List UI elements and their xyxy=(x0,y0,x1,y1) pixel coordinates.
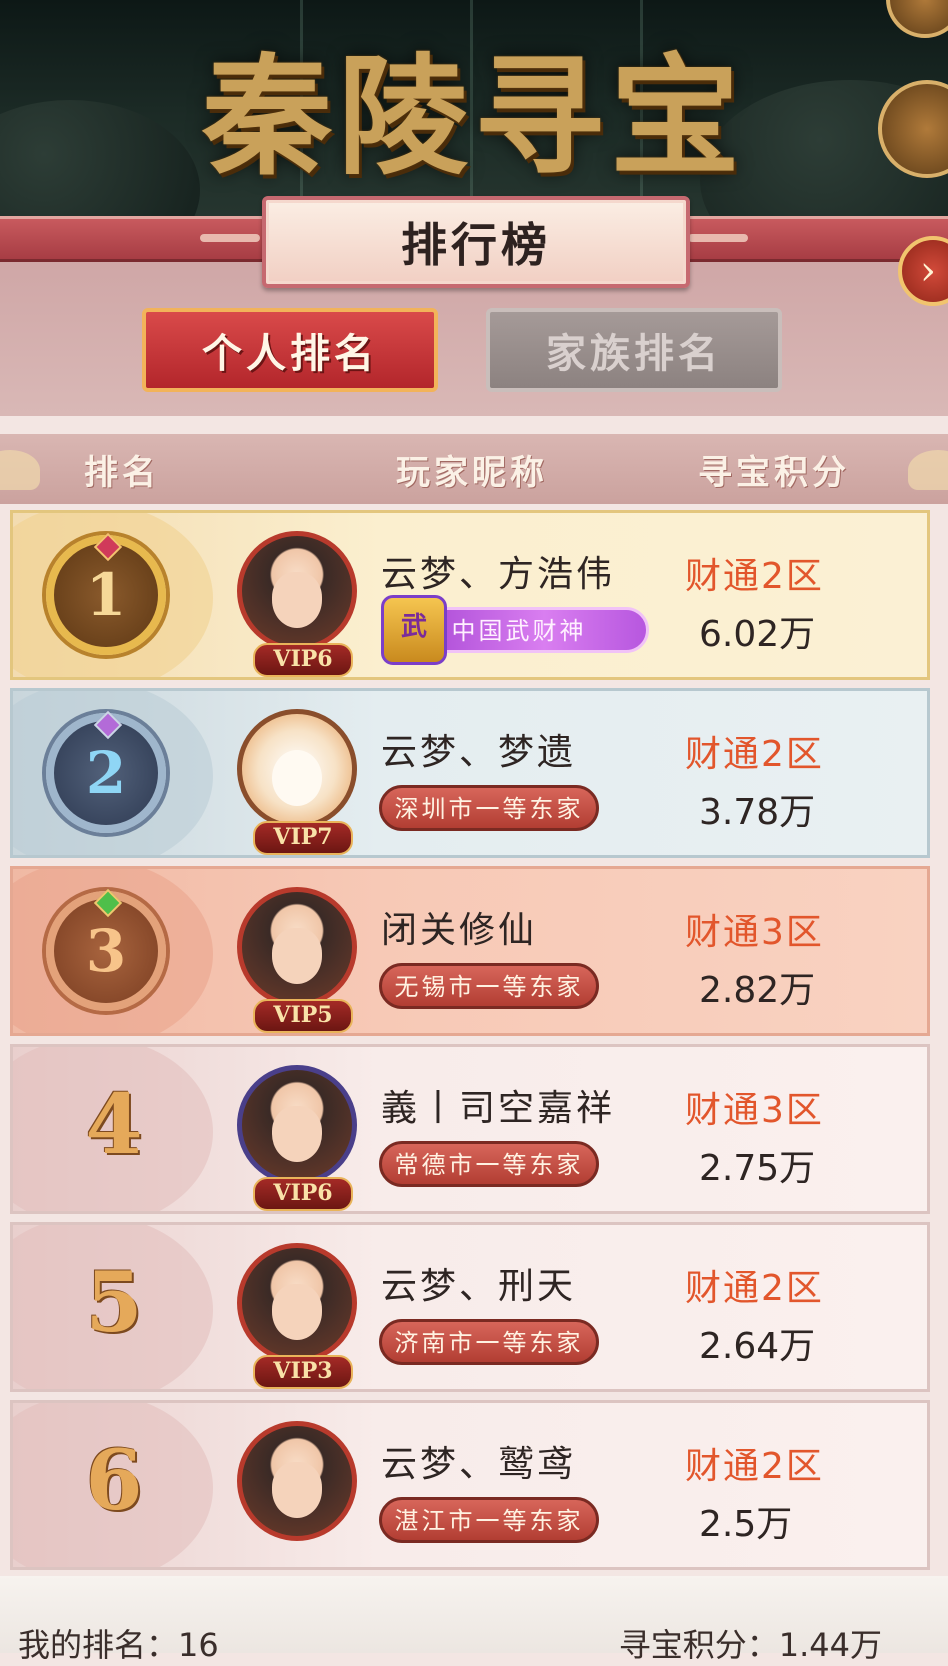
bronze-medal-icon: 3 xyxy=(41,888,171,1011)
vip-badge: VIP6 xyxy=(253,643,353,677)
player-title-badge: 湛江市一等东家 xyxy=(379,1497,599,1543)
tab-family-ranking[interactable]: 家族排名 xyxy=(486,308,782,392)
my-rank-value: 16 xyxy=(178,1626,219,1664)
player-name: 云梦、鹫鸢 xyxy=(381,1444,577,1485)
player-title-badge: 常德市一等东家 xyxy=(379,1141,599,1187)
server-name: 财通3区 xyxy=(685,912,824,953)
plaque-knob xyxy=(200,234,260,242)
rank-number: 5 xyxy=(85,1255,143,1351)
chevron-right-icon: › xyxy=(920,248,936,294)
player-title-badge: 深圳市一等东家 xyxy=(379,785,599,831)
player-avatar[interactable] xyxy=(231,1415,371,1563)
treasure-score: 2.82万 xyxy=(699,970,816,1011)
ranking-row[interactable]: 4 VIP6 義丨司空嘉祥 常德市一等东家 财通3区 2.75万 xyxy=(10,1044,930,1214)
column-score: 寻宝积分 xyxy=(698,452,850,493)
player-avatar[interactable]: VIP6 xyxy=(231,525,371,677)
player-name: 義丨司空嘉祥 xyxy=(381,1088,616,1129)
my-score-label: 寻宝积分： xyxy=(618,1626,779,1664)
column-rank: 排名 xyxy=(84,452,160,493)
rank-number: 4 xyxy=(85,1077,143,1173)
cloud-ornament-icon xyxy=(908,450,948,490)
my-score: 寻宝积分：1.44万 xyxy=(619,1620,882,1666)
my-score-value: 1.44万 xyxy=(778,1626,882,1664)
player-name: 闭关修仙 xyxy=(381,910,538,951)
player-avatar[interactable]: VIP6 xyxy=(231,1059,371,1211)
ranking-list[interactable]: 1 VIP6 云梦、方浩伟 中国武财神 武 财通2区 6.02万 2 VIP7 … xyxy=(10,510,930,1576)
ranking-row[interactable]: 2 VIP7 云梦、梦遗 深圳市一等东家 财通2区 3.78万 xyxy=(10,688,930,858)
treasure-score: 2.5万 xyxy=(699,1504,793,1545)
server-name: 财通2区 xyxy=(685,1446,824,1487)
vip-badge: VIP3 xyxy=(253,1355,353,1389)
cloud-ornament-icon xyxy=(0,450,40,490)
tab-personal-ranking[interactable]: 个人排名 xyxy=(142,308,438,392)
player-avatar[interactable]: VIP3 xyxy=(231,1237,371,1389)
avatar xyxy=(237,709,357,829)
ranking-row[interactable]: 3 VIP5 闭关修仙 无锡市一等东家 财通3区 2.82万 xyxy=(10,866,930,1036)
avatar xyxy=(237,531,357,651)
my-rank: 我的排名：16 xyxy=(18,1620,219,1666)
treasure-score: 3.78万 xyxy=(699,792,816,833)
treasure-score: 2.75万 xyxy=(699,1148,816,1189)
avatar xyxy=(237,887,357,1007)
leaderboard-title: 排行榜 xyxy=(401,218,551,272)
vip-badge: VIP5 xyxy=(253,999,353,1033)
ranking-row[interactable]: 1 VIP6 云梦、方浩伟 中国武财神 武 财通2区 6.02万 xyxy=(10,510,930,680)
gold-medal-icon: 1 xyxy=(41,532,171,655)
silver-medal-icon: 2 xyxy=(41,710,171,833)
player-title-badge: 济南市一等东家 xyxy=(379,1319,599,1365)
player-avatar[interactable]: VIP7 xyxy=(231,703,371,855)
avatar xyxy=(237,1421,357,1541)
my-ranking-footer: 我的排名：16 寻宝积分：1.44万 xyxy=(0,1576,948,1664)
treasure-score: 2.64万 xyxy=(699,1326,816,1367)
server-name: 财通2区 xyxy=(685,1268,824,1309)
player-avatar[interactable]: VIP5 xyxy=(231,881,371,1033)
rank-number: 6 xyxy=(85,1433,143,1529)
leaderboard-title-plaque: 排行榜 xyxy=(262,196,690,288)
player-name: 云梦、刑天 xyxy=(381,1266,577,1307)
server-name: 财通2区 xyxy=(685,734,824,775)
my-rank-label: 我的排名： xyxy=(18,1626,179,1664)
emblem-icon: 武 xyxy=(381,595,447,665)
server-name: 财通3区 xyxy=(685,1090,824,1131)
vip-badge: VIP7 xyxy=(253,821,353,855)
column-header: 排名 玩家昵称 寻宝积分 xyxy=(0,434,948,504)
plaque-knob xyxy=(688,234,748,242)
vip-badge: VIP6 xyxy=(253,1177,353,1211)
ranking-row[interactable]: 5 VIP3 云梦、刑天 济南市一等东家 财通2区 2.64万 xyxy=(10,1222,930,1392)
column-nickname: 玩家昵称 xyxy=(396,452,548,493)
avatar xyxy=(237,1243,357,1363)
game-title: 秦陵寻宝 xyxy=(201,40,746,193)
player-title-badge: 无锡市一等东家 xyxy=(379,963,599,1009)
treasure-score: 6.02万 xyxy=(699,614,816,655)
server-name: 财通2区 xyxy=(685,556,824,597)
avatar xyxy=(237,1065,357,1185)
player-name: 云梦、梦遗 xyxy=(381,732,577,773)
player-name: 云梦、方浩伟 xyxy=(381,554,616,595)
ranking-row[interactable]: 6 云梦、鹫鸢 湛江市一等东家 财通2区 2.5万 xyxy=(10,1400,930,1570)
